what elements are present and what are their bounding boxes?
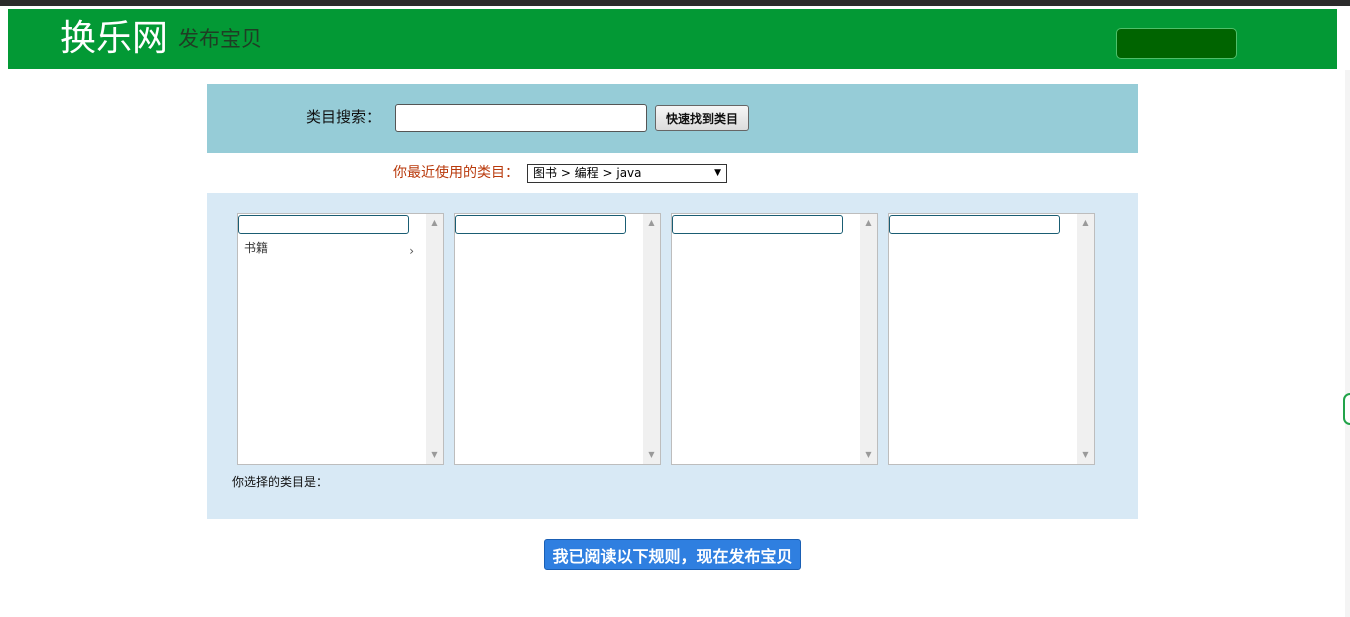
category-column-4-scrollbar[interactable]: ▲ ▼ bbox=[1077, 214, 1094, 464]
category-item-books[interactable]: 书籍 › bbox=[244, 239, 414, 259]
recent-categories-selected-value: 图书 > 编程 > java bbox=[533, 166, 642, 180]
page-title: 发布宝贝 bbox=[178, 27, 262, 51]
category-search-label: 类目搜索： bbox=[306, 108, 382, 126]
selected-category-label: 你选择的类目是： bbox=[232, 475, 329, 489]
category-picker-panel: 书籍 › ▲ ▼ ▲ ▼ ▲ ▼ ▲ ▼ 你选择的类目是： bbox=[207, 193, 1138, 519]
scroll-up-arrow-icon[interactable]: ▲ bbox=[1077, 216, 1094, 230]
category-column-1: 书籍 › ▲ ▼ bbox=[237, 213, 444, 465]
scroll-down-arrow-icon[interactable]: ▼ bbox=[426, 448, 443, 462]
scroll-up-arrow-icon[interactable]: ▲ bbox=[426, 216, 443, 230]
recent-categories-select[interactable]: 图书 > 编程 > java ▼ bbox=[527, 164, 727, 183]
floating-side-widget[interactable] bbox=[1343, 393, 1350, 425]
window-scroll-edge bbox=[1345, 70, 1350, 617]
dropdown-arrow-icon: ▼ bbox=[714, 168, 721, 178]
category-column-3: ▲ ▼ bbox=[671, 213, 878, 465]
scroll-up-arrow-icon[interactable]: ▲ bbox=[860, 216, 877, 230]
category-column-1-filter-input[interactable] bbox=[238, 215, 409, 234]
scroll-down-arrow-icon[interactable]: ▼ bbox=[860, 448, 877, 462]
category-search-input[interactable] bbox=[395, 104, 647, 132]
category-column-2-filter-input[interactable] bbox=[455, 215, 626, 234]
category-item-label: 书籍 bbox=[244, 241, 269, 255]
category-column-1-scrollbar[interactable]: ▲ ▼ bbox=[426, 214, 443, 464]
scroll-down-arrow-icon[interactable]: ▼ bbox=[1077, 448, 1094, 462]
category-column-4-filter-input[interactable] bbox=[889, 215, 1060, 234]
category-column-4: ▲ ▼ bbox=[888, 213, 1095, 465]
chevron-right-icon: › bbox=[409, 244, 414, 258]
header-action-button[interactable] bbox=[1116, 28, 1237, 59]
category-column-3-filter-input[interactable] bbox=[672, 215, 843, 234]
recent-categories-label: 你最近使用的类目： bbox=[393, 165, 519, 181]
scroll-up-arrow-icon[interactable]: ▲ bbox=[643, 216, 660, 230]
category-column-2-scrollbar[interactable]: ▲ ▼ bbox=[643, 214, 660, 464]
scroll-down-arrow-icon[interactable]: ▼ bbox=[643, 448, 660, 462]
category-column-2: ▲ ▼ bbox=[454, 213, 661, 465]
publish-item-button[interactable]: 我已阅读以下规则，现在发布宝贝 bbox=[544, 539, 801, 570]
window-top-strip bbox=[0, 0, 1350, 6]
category-search-panel: 类目搜索： 快速找到类目 bbox=[207, 84, 1138, 153]
category-column-3-scrollbar[interactable]: ▲ ▼ bbox=[860, 214, 877, 464]
site-logo-text[interactable]: 换乐网 bbox=[60, 15, 168, 63]
site-header: 换乐网 发布宝贝 bbox=[8, 9, 1337, 69]
quick-find-category-button[interactable]: 快速找到类目 bbox=[655, 105, 749, 131]
